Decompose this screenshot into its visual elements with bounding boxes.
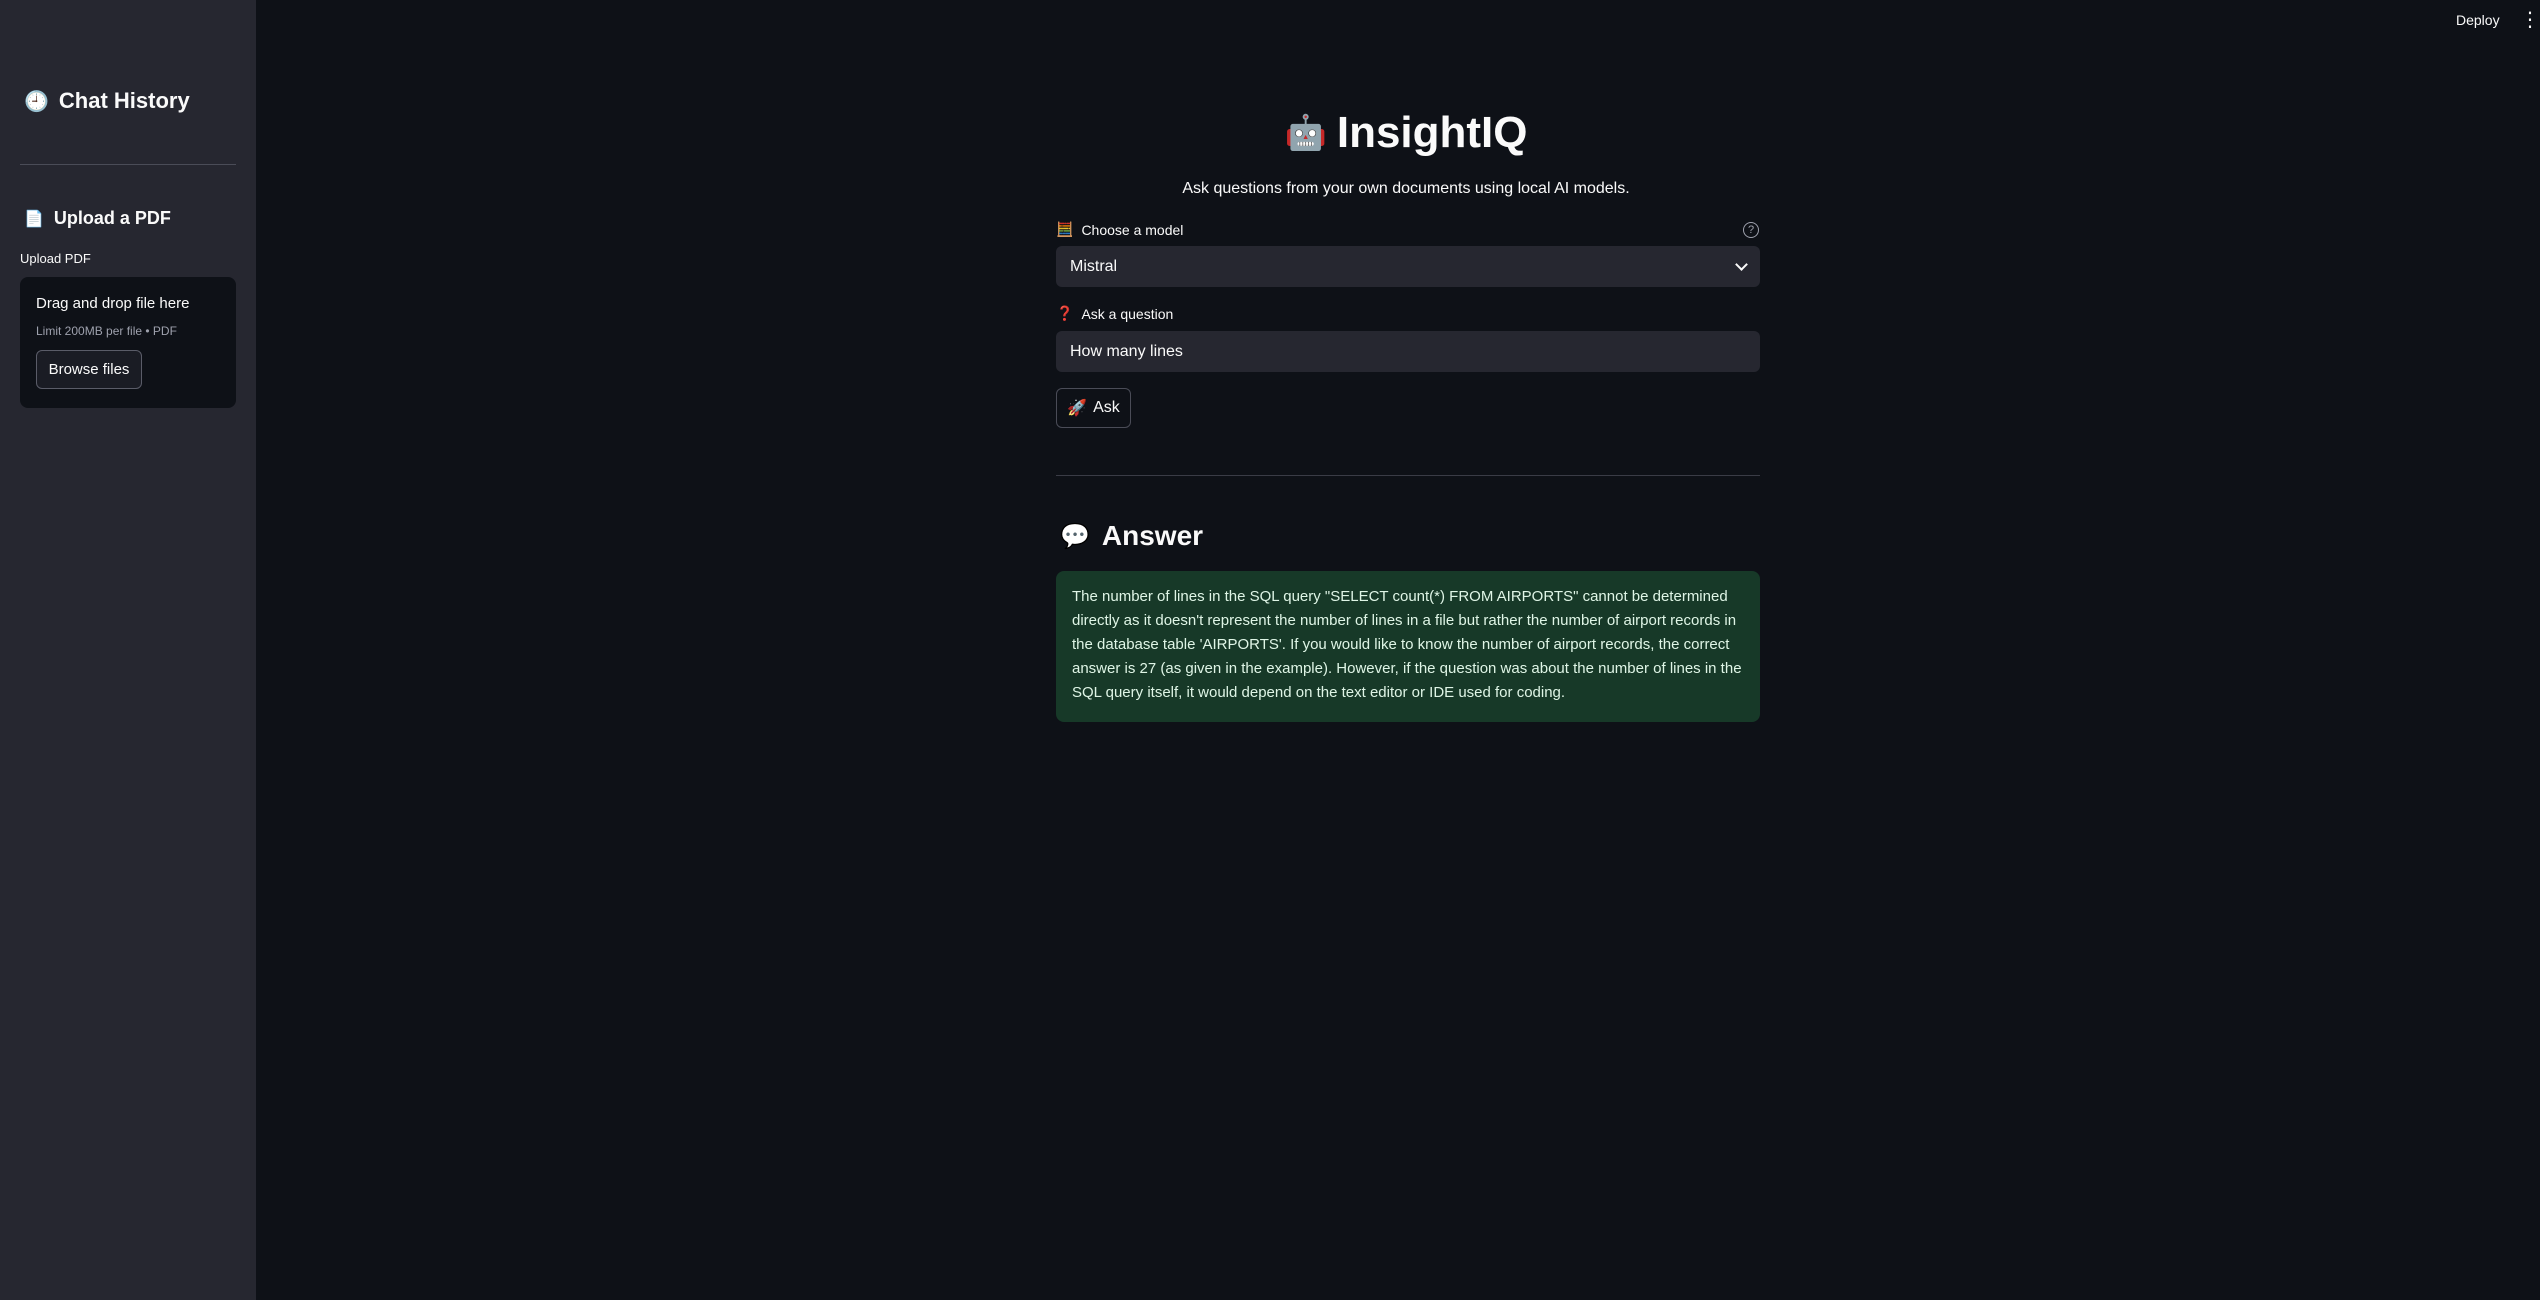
question-input[interactable] xyxy=(1056,331,1760,372)
help-icon[interactable]: ? xyxy=(1743,222,1759,238)
model-select[interactable]: Mistral xyxy=(1056,246,1760,287)
page-subtitle: Ask questions from your own documents us… xyxy=(1182,180,1630,197)
document-icon: 📄 xyxy=(24,210,44,228)
page-title: 🤖 InsightIQ xyxy=(1056,108,1756,158)
page-title-text: InsightIQ xyxy=(1336,108,1528,157)
dropzone-limit: Limit 200MB per file • PDF xyxy=(36,324,177,338)
model-label-text: Choose a model xyxy=(1081,221,1184,238)
answer-heading-text: Answer xyxy=(1101,520,1204,551)
vertical-dots-icon[interactable]: ⋮ xyxy=(2520,10,2540,30)
sidebar-title-text: Chat History xyxy=(58,88,190,113)
browse-files-button[interactable]: Browse files xyxy=(36,350,142,389)
ask-button-label: Ask xyxy=(1093,399,1120,416)
speech-bubble-icon: 💬 xyxy=(1060,522,1090,550)
deploy-button[interactable]: Deploy xyxy=(2456,12,2500,28)
main-divider xyxy=(1056,475,1760,476)
model-field-label: 🧮 Choose a model xyxy=(1056,221,1183,238)
upload-label: Upload PDF xyxy=(20,251,91,266)
robot-face-icon: 🤖 xyxy=(1284,114,1327,152)
file-dropzone[interactable]: Drag and drop file here Limit 200MB per … xyxy=(20,277,236,408)
abacus-icon: 🧮 xyxy=(1056,221,1074,237)
upload-heading: 📄 Upload a PDF xyxy=(24,208,171,229)
question-mark-icon: ❓ xyxy=(1056,305,1074,321)
rocket-icon: 🚀 xyxy=(1067,400,1088,417)
question-label-text: Ask a question xyxy=(1081,305,1174,322)
dropzone-title: Drag and drop file here xyxy=(36,295,190,312)
question-field-label: ❓ Ask a question xyxy=(1056,305,1173,322)
clock-icon: 🕘 xyxy=(24,90,49,113)
ask-button[interactable]: 🚀 Ask xyxy=(1056,388,1131,428)
sidebar-divider xyxy=(20,164,236,165)
upload-heading-text: Upload a PDF xyxy=(53,208,171,228)
model-select-value: Mistral xyxy=(1070,257,1118,275)
answer-heading: 💬 Answer xyxy=(1060,520,1203,552)
answer-box: The number of lines in the SQL query "SE… xyxy=(1056,571,1760,722)
app-root: 🕘 Chat History 📄 Upload a PDF Upload PDF… xyxy=(0,0,2540,1300)
chevron-down-icon xyxy=(1735,257,1748,271)
sidebar-title: 🕘 Chat History xyxy=(24,88,190,114)
sidebar: 🕘 Chat History 📄 Upload a PDF Upload PDF… xyxy=(0,0,256,1300)
